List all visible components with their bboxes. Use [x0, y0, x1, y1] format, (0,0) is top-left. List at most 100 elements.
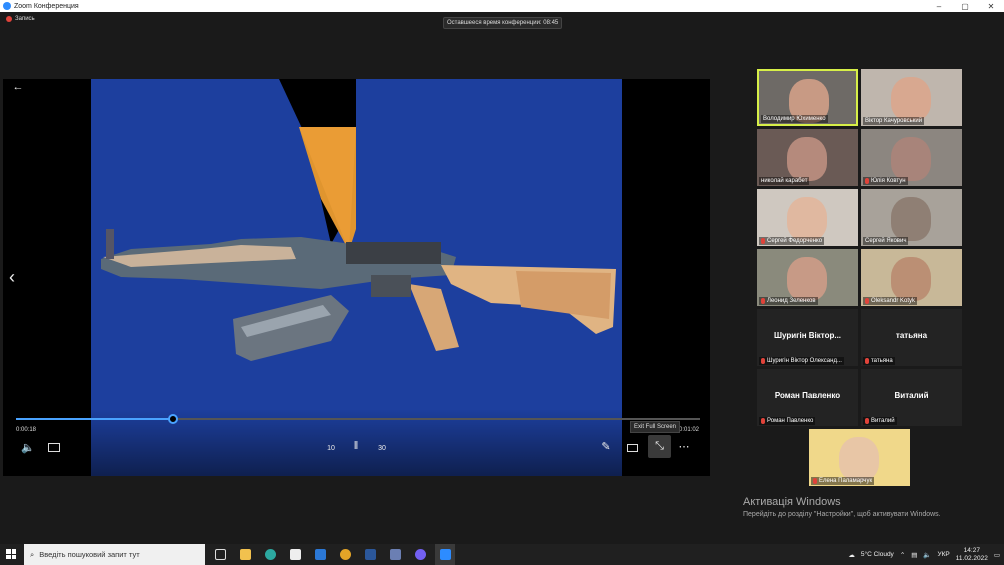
rewind-button[interactable]: 10: [323, 441, 339, 453]
participant-video: [891, 197, 931, 241]
taskbar-search[interactable]: ⌕ Введіть пошуковий запит тут: [24, 544, 205, 565]
mail-button[interactable]: [310, 544, 330, 565]
mic-muted-icon: [865, 358, 869, 364]
floppy-icon: [389, 549, 401, 560]
participant-tile[interactable]: Юлія Ковтун: [861, 129, 962, 186]
participant-name-label: Виталий: [863, 417, 897, 425]
exit-fullscreen-icon: ⤡: [655, 440, 664, 452]
participant-name-label: Сергей Якович: [863, 237, 909, 245]
pen-button[interactable]: ✎: [599, 440, 613, 453]
participant-display-name: татьяна: [895, 331, 928, 340]
participant-video: [787, 257, 827, 301]
folder-icon: [239, 549, 251, 560]
participant-name-label: Леонид Зеленков: [759, 297, 818, 305]
participant-tile[interactable]: Сергей Якович: [861, 189, 962, 246]
participant-name-label: Роман Павленко: [759, 417, 816, 425]
word-button[interactable]: [360, 544, 380, 565]
participant-name: Юлія Ковтун: [871, 178, 906, 184]
task-view-button[interactable]: [210, 544, 230, 565]
window-titlebar: Zoom Конференция – ▢ ✕: [0, 0, 1004, 12]
participant-tile[interactable]: Елена Паламарчук: [809, 429, 910, 486]
store-button[interactable]: [285, 544, 305, 565]
back-button[interactable]: ←: [11, 81, 25, 95]
participant-video: [787, 137, 827, 181]
participant-name: Віктор Качуровський: [865, 118, 923, 124]
notifications-icon[interactable]: ▭: [994, 551, 1000, 559]
pause-button[interactable]: ‖: [349, 440, 363, 452]
tooltip: Exit Full Screen: [630, 421, 681, 433]
recording-label: Запись: [15, 16, 35, 22]
save-app-button[interactable]: [385, 544, 405, 565]
chevron-up-icon[interactable]: ⌃: [900, 551, 905, 559]
chrome-icon: [339, 549, 351, 560]
volume-tray-icon[interactable]: 🔈: [923, 551, 931, 559]
miniplayer-button[interactable]: [627, 444, 638, 452]
windows-taskbar: ⌕ Введіть пошуковий запит тут ☁ 5°C Clou…: [0, 544, 1004, 565]
participant-tile[interactable]: Oleksandr Kotyk: [861, 249, 962, 306]
mic-muted-icon: [761, 298, 765, 304]
participant-name: Сергей Якович: [865, 238, 907, 244]
chrome-button[interactable]: [335, 544, 355, 565]
seek-bar[interactable]: [16, 414, 700, 424]
arrow-left-icon: ←: [12, 81, 24, 93]
forward-30-icon: 30: [378, 445, 386, 452]
meeting-time-left: Оставшееся время конференции: 08:45: [443, 17, 563, 29]
minimize-button[interactable]: –: [926, 2, 952, 11]
participant-name: Oleksandr Kotyk: [871, 298, 916, 304]
participant-tile[interactable]: Сергей Федорченко: [757, 189, 858, 246]
viber-icon: [414, 549, 426, 560]
zoom-logo-icon: [3, 2, 11, 10]
close-button[interactable]: ✕: [978, 2, 1004, 11]
weather-text[interactable]: 5°C Cloudy: [861, 551, 894, 558]
participant-name-label: Oleksandr Kotyk: [863, 297, 918, 305]
participant-tile[interactable]: Роман Павленко Роман Павленко: [757, 369, 858, 426]
participant-display-name: Виталий: [894, 391, 929, 400]
participant-tile[interactable]: Володимир Юхименко: [757, 69, 858, 126]
forward-button[interactable]: 30: [374, 441, 390, 453]
participant-name-label: Шуригін Віктор Олександ...: [759, 357, 844, 365]
start-button[interactable]: [6, 549, 16, 559]
word-icon: [364, 549, 376, 560]
participant-name: Роман Павленко: [767, 418, 814, 424]
clock[interactable]: 14:27 11.02.2022: [956, 547, 988, 561]
edge-icon: [264, 549, 276, 560]
weather-icon: ☁: [848, 551, 855, 559]
windows-logo-icon: [6, 549, 11, 554]
previous-button[interactable]: ‹: [5, 267, 19, 291]
pen-icon: ✎: [601, 441, 611, 453]
participant-tile[interactable]: Леонид Зеленков: [757, 249, 858, 306]
exit-fullscreen-button[interactable]: ⤡: [648, 435, 671, 458]
language-indicator[interactable]: УКР: [938, 551, 950, 558]
participant-video: [891, 137, 931, 181]
mail-icon: [314, 549, 326, 560]
clock-time: 14:27: [963, 547, 980, 555]
network-icon[interactable]: ▤: [911, 551, 917, 559]
participant-tile[interactable]: Віктор Качуровський: [861, 69, 962, 126]
mic-muted-icon: [761, 358, 765, 364]
participant-tile[interactable]: татьяна татьяна: [861, 309, 962, 366]
participant-name: Елена Паламарчук: [819, 478, 873, 484]
search-icon: ⌕: [30, 549, 35, 559]
participant-video: [891, 257, 931, 301]
participant-name-label: Володимир Юхименко: [761, 115, 828, 123]
participant-display-name: Роман Павленко: [774, 391, 841, 400]
pause-icon: ‖: [353, 440, 359, 452]
mic-muted-icon: [865, 178, 869, 184]
participant-name: Володимир Юхименко: [763, 116, 826, 122]
volume-button[interactable]: 🔈: [21, 441, 35, 454]
viber-button[interactable]: [410, 544, 430, 565]
file-explorer-button[interactable]: [235, 544, 255, 565]
participant-tile[interactable]: Виталий Виталий: [861, 369, 962, 426]
more-button[interactable]: ⋯: [677, 440, 691, 453]
participant-tile[interactable]: Шуригін Віктор... Шуригін Віктор Олександ…: [757, 309, 858, 366]
zoom-taskbar-button[interactable]: [435, 544, 455, 565]
recording-indicator[interactable]: Запись: [6, 16, 35, 22]
maximize-button[interactable]: ▢: [952, 2, 978, 11]
participant-tile[interactable]: николай карабет: [757, 129, 858, 186]
participant-name-label: Сергей Федорченко: [759, 237, 825, 245]
edge-button[interactable]: [260, 544, 280, 565]
subtitles-button[interactable]: [48, 443, 60, 452]
record-icon: [6, 16, 12, 22]
mic-muted-icon: [761, 418, 765, 424]
seek-handle[interactable]: [167, 414, 178, 424]
